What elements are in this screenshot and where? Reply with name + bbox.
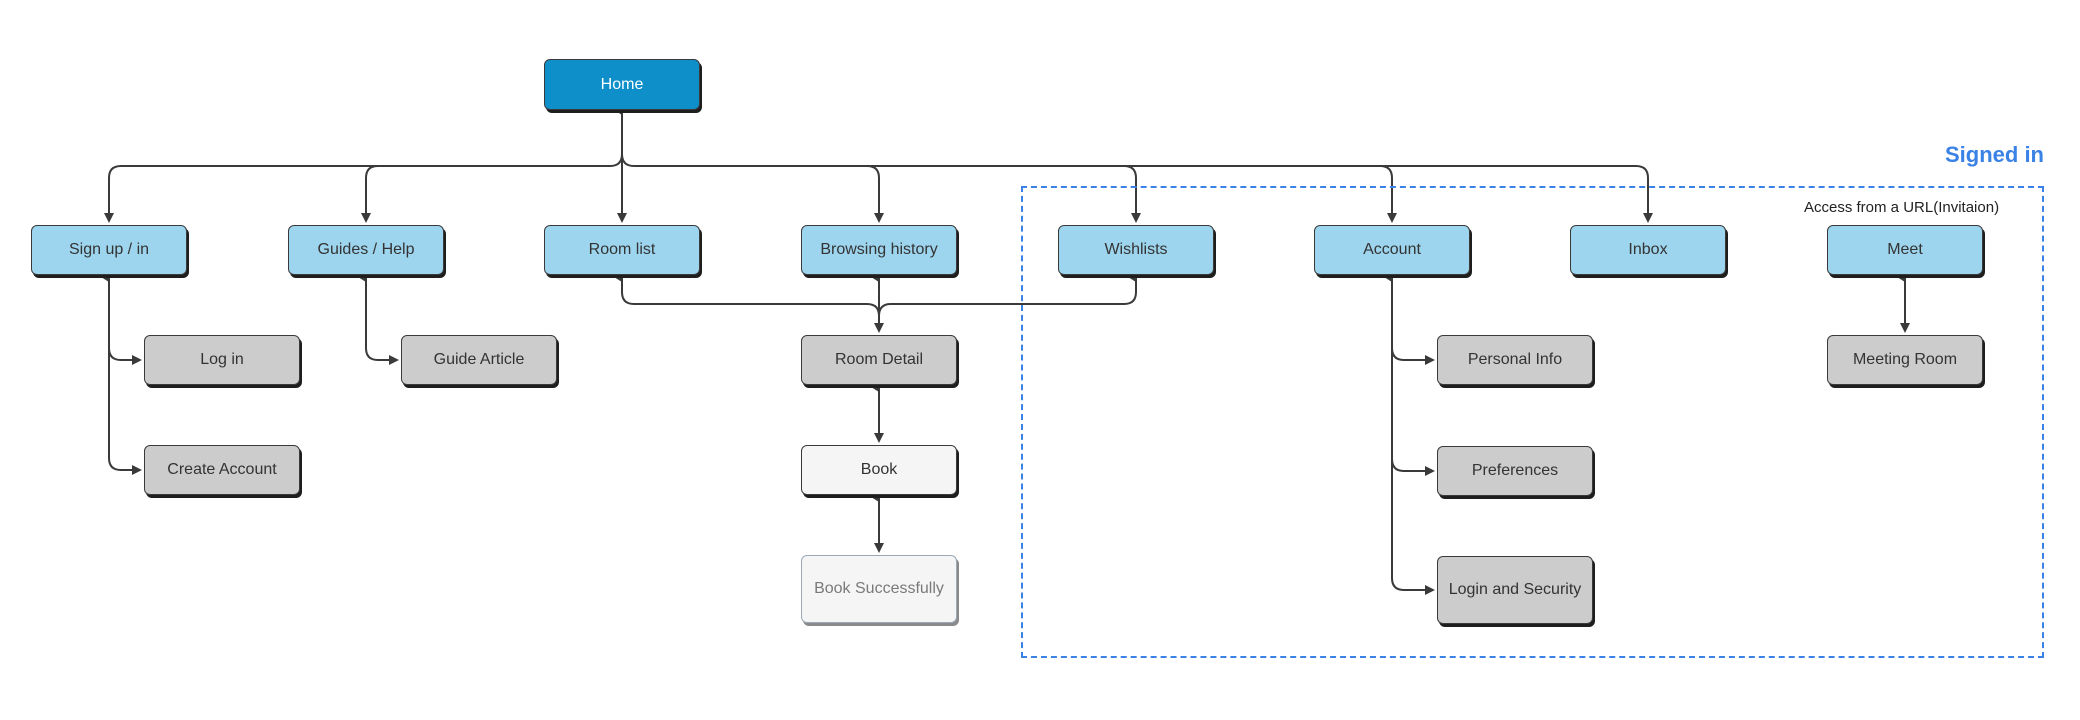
node-wishlists[interactable]: Wishlists — [1058, 225, 1214, 275]
node-sign-up-in[interactable]: Sign up / in — [31, 225, 187, 275]
edge-home-guides — [361, 165, 379, 223]
node-meeting-room[interactable]: Meeting Room — [1827, 335, 1983, 385]
node-personal-info[interactable]: Personal Info — [1437, 335, 1593, 385]
edge-roomlist-detail — [614, 272, 880, 317]
node-home[interactable]: Home — [544, 59, 700, 110]
signed-in-region-title: Signed in — [1945, 142, 2044, 167]
edge-home-history — [621, 153, 884, 223]
edge-signup-create — [108, 348, 142, 475]
node-account[interactable]: Account — [1314, 225, 1470, 275]
node-login-and-security[interactable]: Login and Security — [1437, 556, 1593, 624]
node-preferences[interactable]: Preferences — [1437, 446, 1593, 496]
node-book[interactable]: Book — [801, 445, 957, 495]
node-guides-help[interactable]: Guides / Help — [288, 225, 444, 275]
invitation-note: Access from a URL(Invitaion) — [1804, 199, 2000, 216]
edge-signup-login — [101, 272, 142, 365]
node-meet[interactable]: Meet — [1827, 225, 1983, 275]
node-room-detail[interactable]: Room Detail — [801, 335, 957, 385]
node-create-account[interactable]: Create Account — [144, 445, 300, 495]
edge-guides-article — [358, 272, 399, 365]
node-log-in[interactable]: Log in — [144, 335, 300, 385]
node-book-successfully[interactable]: Book Successfully — [801, 555, 957, 623]
node-guide-article[interactable]: Guide Article — [401, 335, 557, 385]
node-inbox[interactable]: Inbox — [1570, 225, 1726, 275]
node-browsing-history[interactable]: Browsing history — [801, 225, 957, 275]
node-room-list[interactable]: Room list — [544, 225, 700, 275]
